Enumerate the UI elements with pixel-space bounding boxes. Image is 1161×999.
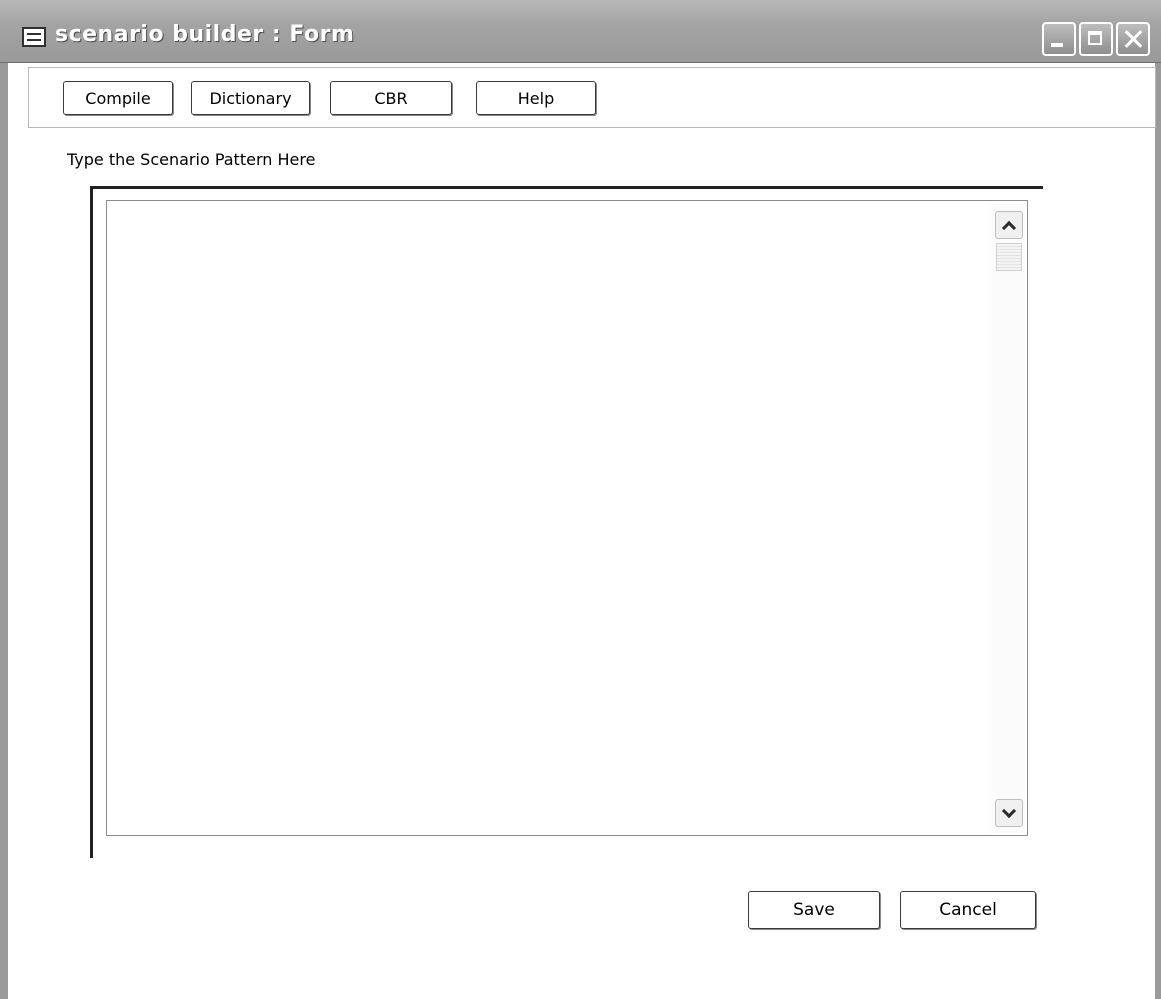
chevron-up-icon <box>1001 220 1017 235</box>
help-button[interactable]: Help <box>476 81 596 115</box>
cbr-button[interactable]: CBR <box>330 81 452 115</box>
chevron-down-icon <box>1001 803 1017 818</box>
form-icon <box>22 27 46 47</box>
save-button[interactable]: Save <box>748 891 880 929</box>
window-title: scenario builder : Form <box>55 22 355 47</box>
editor-frame-top-border <box>92 186 1043 189</box>
app-window: scenario builder : Form Compile Dictiona… <box>0 0 1161 999</box>
scenario-pattern-label: Type the Scenario Pattern Here <box>67 150 316 169</box>
maximize-icon[interactable] <box>1079 22 1113 56</box>
editor-frame-left-border <box>90 186 93 858</box>
scroll-thumb[interactable] <box>996 243 1022 271</box>
vertical-scrollbar[interactable] <box>991 203 1025 833</box>
dictionary-button[interactable]: Dictionary <box>191 81 310 115</box>
scroll-down-button[interactable] <box>995 799 1023 827</box>
scenario-pattern-editor <box>106 200 1028 836</box>
cancel-button[interactable]: Cancel <box>900 891 1036 929</box>
toolbar: Compile Dictionary CBR Help <box>28 67 1156 128</box>
compile-button[interactable]: Compile <box>63 81 173 115</box>
close-icon[interactable] <box>1116 22 1150 56</box>
scenario-pattern-input[interactable] <box>107 201 991 833</box>
scroll-up-button[interactable] <box>995 211 1023 239</box>
minimize-icon[interactable] <box>1042 22 1076 56</box>
title-bar[interactable]: scenario builder : Form <box>0 0 1161 63</box>
